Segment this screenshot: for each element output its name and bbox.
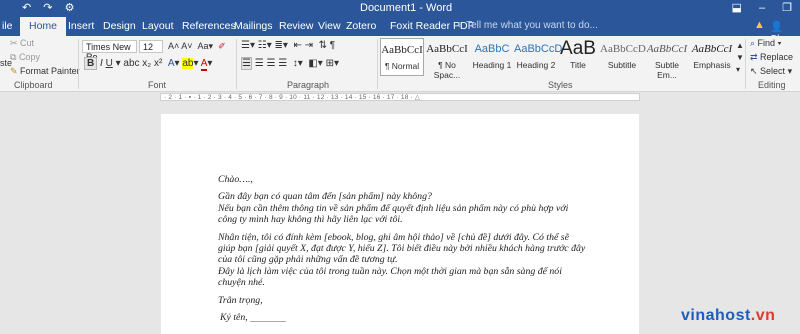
closing: Trân trọng, [218, 294, 263, 306]
styles-scroll[interactable]: ▲ ▼ ▾ [736, 40, 744, 76]
text-effects-icon[interactable]: A [168, 58, 175, 69]
window-controls: ⬓ – ❐ [717, 1, 792, 14]
minimize-button[interactable]: – [759, 2, 765, 14]
tab-references[interactable]: References [182, 20, 236, 32]
font-name-select[interactable]: Times New Ro [82, 40, 137, 62]
style-heading-1[interactable]: AaBbC Heading 1 [470, 38, 514, 76]
replace-button[interactable]: ⇄ Replace [750, 52, 793, 63]
warning-icon[interactable]: ▲ [754, 19, 765, 31]
highlight-icon[interactable]: ab [182, 58, 194, 69]
tab-file[interactable]: ile [2, 20, 13, 32]
font-size-select[interactable]: 12 [139, 40, 163, 53]
font-size-buttons[interactable]: A˄ A˅ Aa▾ ✐ [168, 41, 226, 52]
italic-button[interactable]: I [100, 58, 103, 69]
tab-home[interactable]: Home [20, 17, 67, 36]
tab-design[interactable]: Design [103, 20, 136, 32]
paragraph-group-label: Paragraph [287, 80, 330, 90]
bold-button[interactable]: B [84, 57, 98, 70]
quick-access-toolbar: ↶ ↷ ⚙ [22, 1, 83, 14]
tab-review[interactable]: Review [279, 20, 313, 32]
copy-button[interactable]: ⧉ Copy [10, 52, 40, 63]
copy-icon: ⧉ [10, 52, 19, 62]
style-subtle-emphasis[interactable]: AaBbCcI Subtle Em... [644, 38, 690, 80]
editing-group-label: Editing [758, 80, 786, 90]
select-button[interactable]: ↖ Select ▾ [750, 66, 792, 77]
brush-icon: ✎ [10, 66, 21, 76]
scissors-icon: ✂ [10, 38, 21, 48]
ruler: · 2 · 1 · ▪ · 1 · 2 · 3 · 4 · 5 · 6 · 7 … [0, 92, 800, 102]
format-painter-button[interactable]: ✎ Format Painter [10, 66, 80, 77]
signature-line: Ký tên, [220, 312, 593, 323]
cursor-icon: ↖ [750, 66, 761, 76]
ribbon-display-icon[interactable]: ⬓ [731, 2, 741, 14]
tell-me-box[interactable]: ♀ Tell me what you want to do... [456, 20, 598, 31]
greeting: Chào…., [218, 174, 253, 185]
group-separator [377, 39, 378, 89]
redo-icon[interactable]: ↷ [43, 2, 52, 14]
style-title[interactable]: AaB Title [558, 38, 598, 76]
style-no-spacing[interactable]: AaBbCcI ¶ No Spac... [425, 38, 469, 80]
style-heading-2[interactable]: AaBbCcD Heading 2 [514, 38, 562, 76]
signature-blank [250, 321, 287, 323]
tab-insert[interactable]: Insert [68, 20, 94, 32]
font-color-icon[interactable]: A [200, 58, 208, 71]
document-title: Document1 - Word [360, 2, 453, 14]
tab-view[interactable]: View [318, 20, 341, 32]
clipboard-group-label: Clipboard [14, 80, 53, 90]
restore-button[interactable]: ❐ [782, 2, 792, 14]
ribbon-tabs: ile Home Insert Design Layout References… [0, 17, 800, 45]
list-buttons[interactable]: ☰▾ ☷▾ ≣▾ ⇤ ⇥ ⇅ ¶ [241, 40, 335, 51]
cut-button[interactable]: ✂ Cut [10, 38, 34, 49]
paragraph-2: Nhân tiện, tôi có đính kèm [ebook, blog,… [218, 231, 586, 289]
style-subtitle[interactable]: AaBbCcD Subtitle [600, 38, 646, 76]
group-separator [745, 39, 746, 89]
font-group-label: Font [148, 80, 167, 90]
styles-group-label: Styles [548, 80, 573, 90]
group-separator [236, 39, 237, 89]
underline-button[interactable]: U [106, 58, 113, 69]
lightbulb-icon: ♀ [456, 20, 467, 31]
group-separator [78, 39, 79, 89]
search-icon: ⌕ [750, 38, 758, 48]
style-emphasis[interactable]: AaBbCcI Emphasis [690, 38, 734, 76]
document-page[interactable]: Chào…., Gần đây bạn có quan tâm đến [sản… [161, 114, 639, 334]
undo-icon[interactable]: ↶ [22, 2, 31, 14]
font-format-buttons[interactable]: B I U ▾ abc x₂ x² A▾ ab▾ A▾ [84, 57, 212, 71]
document-body[interactable]: Chào…., Gần đây bạn có quan tâm đến [sản… [218, 174, 593, 329]
tab-mailings[interactable]: Mailings [234, 20, 273, 32]
align-left-button[interactable]: ☰ [241, 57, 252, 70]
paragraph-1: Gần đây bạn có quan tâm đến [sản phẩm] n… [218, 191, 569, 226]
clear-format-icon[interactable]: ✐ [218, 41, 226, 51]
ribbon: ste ✂ Cut ⧉ Copy ✎ Format Painter Clipbo… [0, 36, 800, 92]
tab-layout[interactable]: Layout [142, 20, 174, 32]
find-button[interactable]: ⌕ Find ▾ [750, 38, 781, 49]
customize-icon[interactable]: ⚙ [65, 2, 75, 14]
replace-icon: ⇄ [750, 52, 761, 62]
tab-zotero[interactable]: Zotero [346, 20, 376, 32]
vinahost-logo: vinahost.vn [681, 307, 776, 324]
title-bar: ↶ ↷ ⚙ Document1 - Word ⬓ – ❐ [0, 0, 800, 17]
style-normal[interactable]: AaBbCcI ¶ Normal [380, 38, 424, 76]
ruler-numbers: · 2 · 1 · ▪ · 1 · 2 · 3 · 4 · 5 · 6 · 7 … [164, 94, 421, 101]
align-buttons[interactable]: ☰ ☰ ☰ ☰ ↕▾ ◧▾ ⊞▾ [241, 57, 339, 70]
